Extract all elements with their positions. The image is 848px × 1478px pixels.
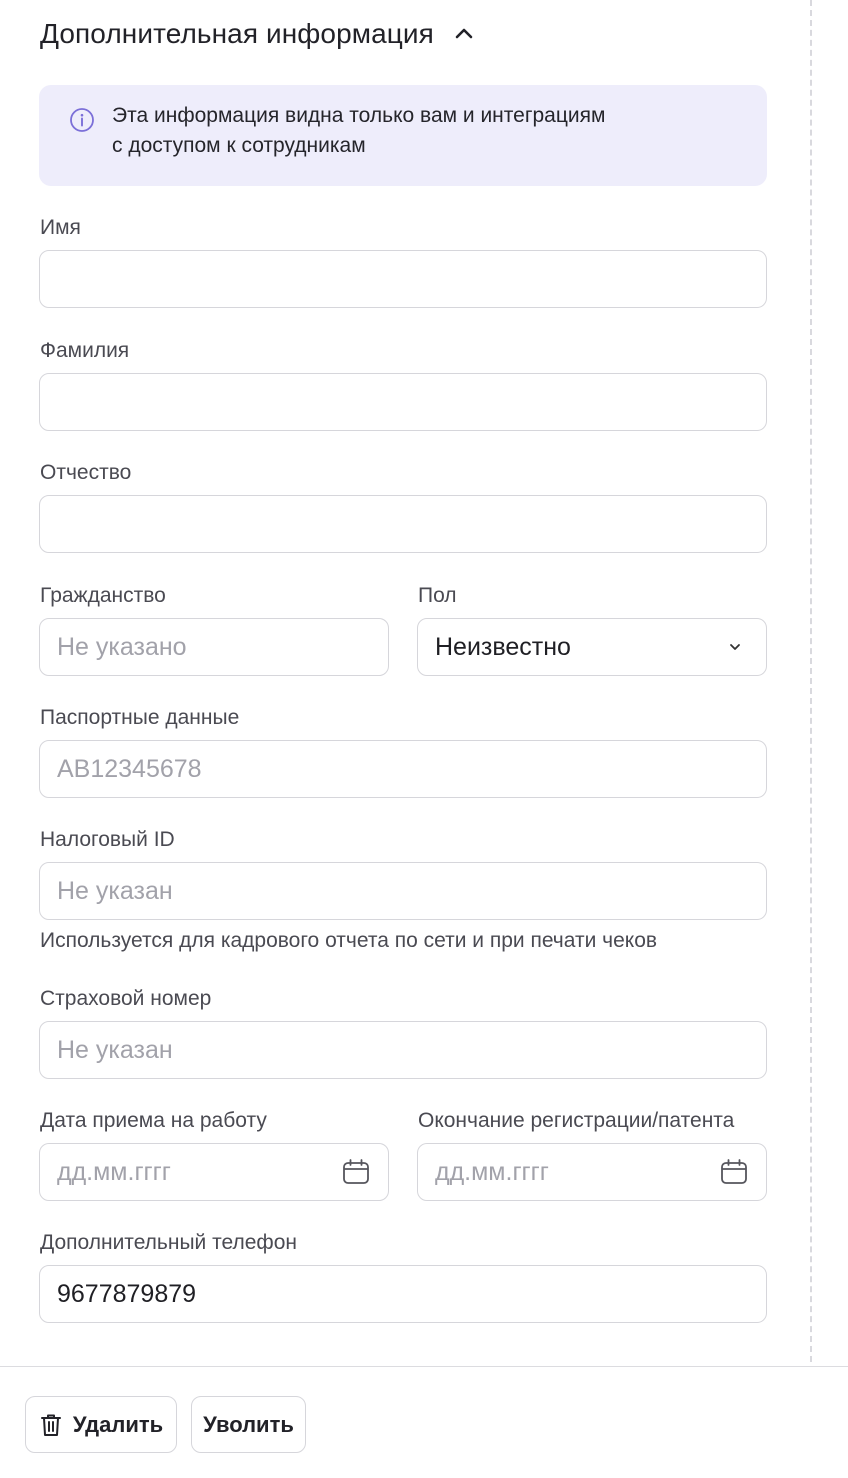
- citizenship-input[interactable]: Не указано: [39, 618, 389, 676]
- section-title: Дополнительная информация: [40, 18, 434, 49]
- insurance-input[interactable]: Не указан: [39, 1021, 767, 1079]
- extra-phone-value: 9677879879: [57, 1279, 197, 1308]
- info-text: Эта информация видна только вам и интегр…: [112, 101, 605, 186]
- passport-placeholder: AB12345678: [57, 754, 202, 783]
- extra-phone-label: Дополнительный телефон: [40, 1231, 297, 1254]
- gender-select[interactable]: Неизвестно: [417, 618, 767, 676]
- gender-label: Пол: [418, 584, 457, 607]
- registration-end-input[interactable]: дд.мм.гггг: [417, 1143, 767, 1201]
- gender-value: Неизвестно: [435, 632, 571, 661]
- registration-end-placeholder: дд.мм.гггг: [435, 1157, 549, 1186]
- dashed-divider: [810, 0, 812, 1362]
- citizenship-placeholder: Не указано: [57, 632, 187, 661]
- tax-id-hint: Используется для кадрового отчета по сет…: [40, 929, 658, 952]
- patronymic-label: Отчество: [40, 461, 132, 484]
- hire-date-input[interactable]: дд.мм.гггг: [39, 1143, 389, 1201]
- hire-date-placeholder: дд.мм.гггг: [57, 1157, 171, 1186]
- info-line-1: Эта информация видна только вам и интегр…: [112, 104, 606, 127]
- tax-id-label: Налоговый ID: [40, 828, 175, 851]
- chevron-up-icon[interactable]: [450, 20, 478, 48]
- info-line-2: с доступом к сотрудникам: [112, 134, 366, 157]
- calendar-icon[interactable]: [341, 1157, 371, 1187]
- last-name-input[interactable]: [39, 373, 767, 431]
- info-icon: [69, 107, 95, 133]
- section-header[interactable]: Дополнительная информация: [40, 18, 478, 50]
- delete-label: Удалить: [72, 1411, 164, 1437]
- calendar-icon[interactable]: [719, 1157, 749, 1187]
- dismiss-label: Уволить: [203, 1411, 294, 1437]
- first-name-input[interactable]: [39, 250, 767, 308]
- delete-button[interactable]: Удалить: [25, 1396, 177, 1453]
- trash-icon: [39, 1412, 63, 1438]
- tax-id-placeholder: Не указан: [57, 876, 173, 905]
- first-name-label: Имя: [40, 216, 81, 239]
- passport-input[interactable]: AB12345678: [39, 740, 767, 798]
- patronymic-input[interactable]: [39, 495, 767, 553]
- passport-label: Паспортные данные: [40, 706, 240, 729]
- registration-end-label: Окончание регистрации/патента: [418, 1109, 735, 1132]
- chevron-down-icon: [727, 639, 743, 655]
- footer-divider: [0, 1366, 848, 1367]
- extra-phone-input[interactable]: 9677879879: [39, 1265, 767, 1323]
- insurance-label: Страховой номер: [40, 987, 212, 1010]
- last-name-label: Фамилия: [40, 339, 130, 362]
- tax-id-input[interactable]: Не указан: [39, 862, 767, 920]
- insurance-placeholder: Не указан: [57, 1035, 173, 1064]
- citizenship-label: Гражданство: [40, 584, 166, 607]
- info-banner: Эта информация видна только вам и интегр…: [39, 85, 767, 186]
- hire-date-label: Дата приема на работу: [40, 1109, 267, 1132]
- dismiss-button[interactable]: Уволить: [191, 1396, 306, 1453]
